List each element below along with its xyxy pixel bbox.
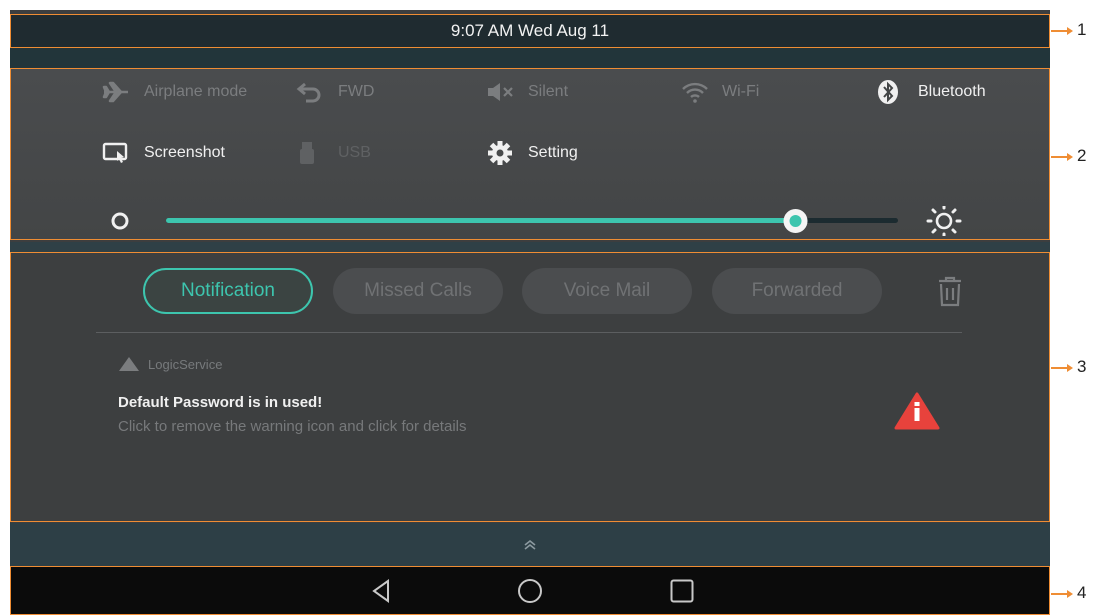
- annotation-box-quick-settings: [10, 68, 1050, 240]
- callout-4: 4: [1077, 583, 1087, 602]
- annotation-box-status-bar: [10, 14, 1050, 48]
- callout-arrow-2: [1067, 153, 1073, 161]
- chevron-up-icon: [524, 539, 536, 550]
- panel-handle[interactable]: [10, 523, 1050, 566]
- callout-1: 1: [1077, 20, 1087, 39]
- annotation-box-notifications: [10, 252, 1050, 522]
- panel-separator: [10, 242, 1050, 252]
- callout-2: 2: [1077, 146, 1087, 165]
- annotation-box-nav-bar: [10, 566, 1050, 615]
- callout-3: 3: [1077, 357, 1087, 376]
- status-spacer: [10, 48, 1050, 68]
- callout-arrow-4: [1067, 590, 1073, 598]
- callout-arrow-1: [1067, 27, 1073, 35]
- callout-arrow-3: [1067, 364, 1073, 372]
